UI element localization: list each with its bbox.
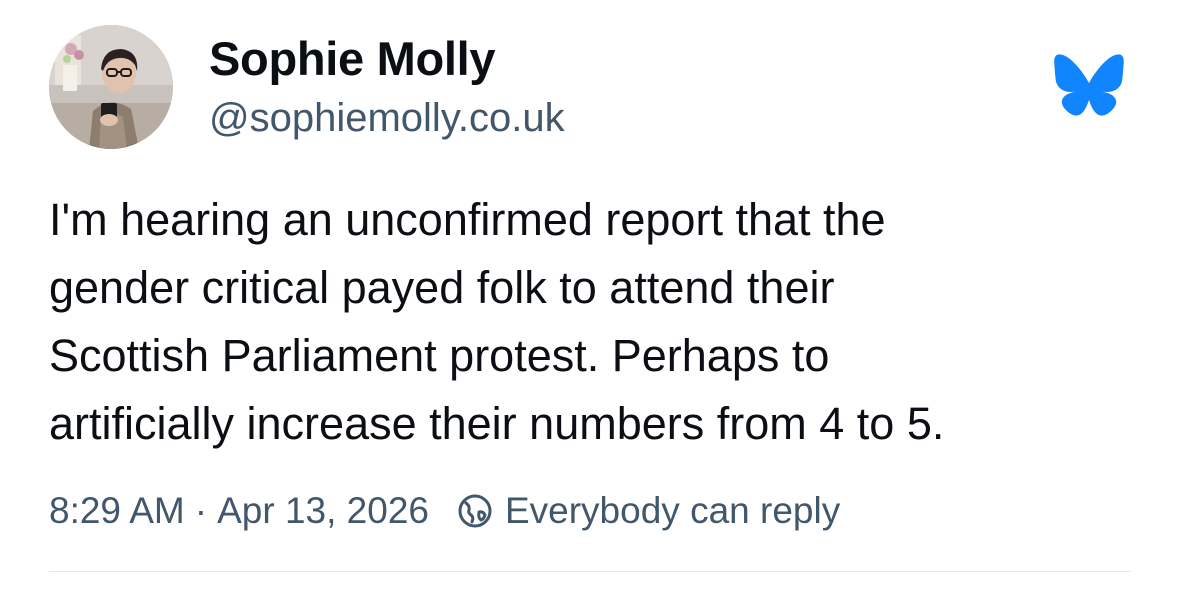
post-time[interactable]: 8:29 AM: [49, 490, 185, 532]
divider: [49, 571, 1131, 572]
post-date[interactable]: Apr 13, 2026: [217, 490, 429, 532]
post-text-line: artificially increase their numbers from…: [49, 398, 945, 449]
post-text: I'm hearing an unconfirmed report that t…: [49, 186, 1149, 458]
post-text-line: I'm hearing an unconfirmed report that t…: [49, 194, 886, 245]
post-text-line: Scottish Parliament protest. Perhaps to: [49, 330, 830, 381]
globe-icon: [458, 494, 492, 528]
meta-separator: ·: [194, 490, 208, 531]
post-text-line: gender critical payed folk to attend the…: [49, 262, 835, 313]
post-card: Sophie Molly @sophiemolly.co.uk I'm hear…: [0, 0, 1179, 590]
avatar[interactable]: [49, 25, 173, 149]
post-meta: 8:29 AM · Apr 13, 2026 Everybody can rep…: [49, 485, 840, 537]
bluesky-butterfly-icon[interactable]: [1053, 53, 1125, 117]
reply-setting[interactable]: Everybody can reply: [457, 490, 840, 532]
author-display-name[interactable]: Sophie Molly: [209, 31, 496, 87]
author-handle[interactable]: @sophiemolly.co.uk: [209, 92, 565, 144]
reply-setting-label: Everybody can reply: [504, 490, 841, 531]
avatar-photo: [49, 25, 173, 149]
